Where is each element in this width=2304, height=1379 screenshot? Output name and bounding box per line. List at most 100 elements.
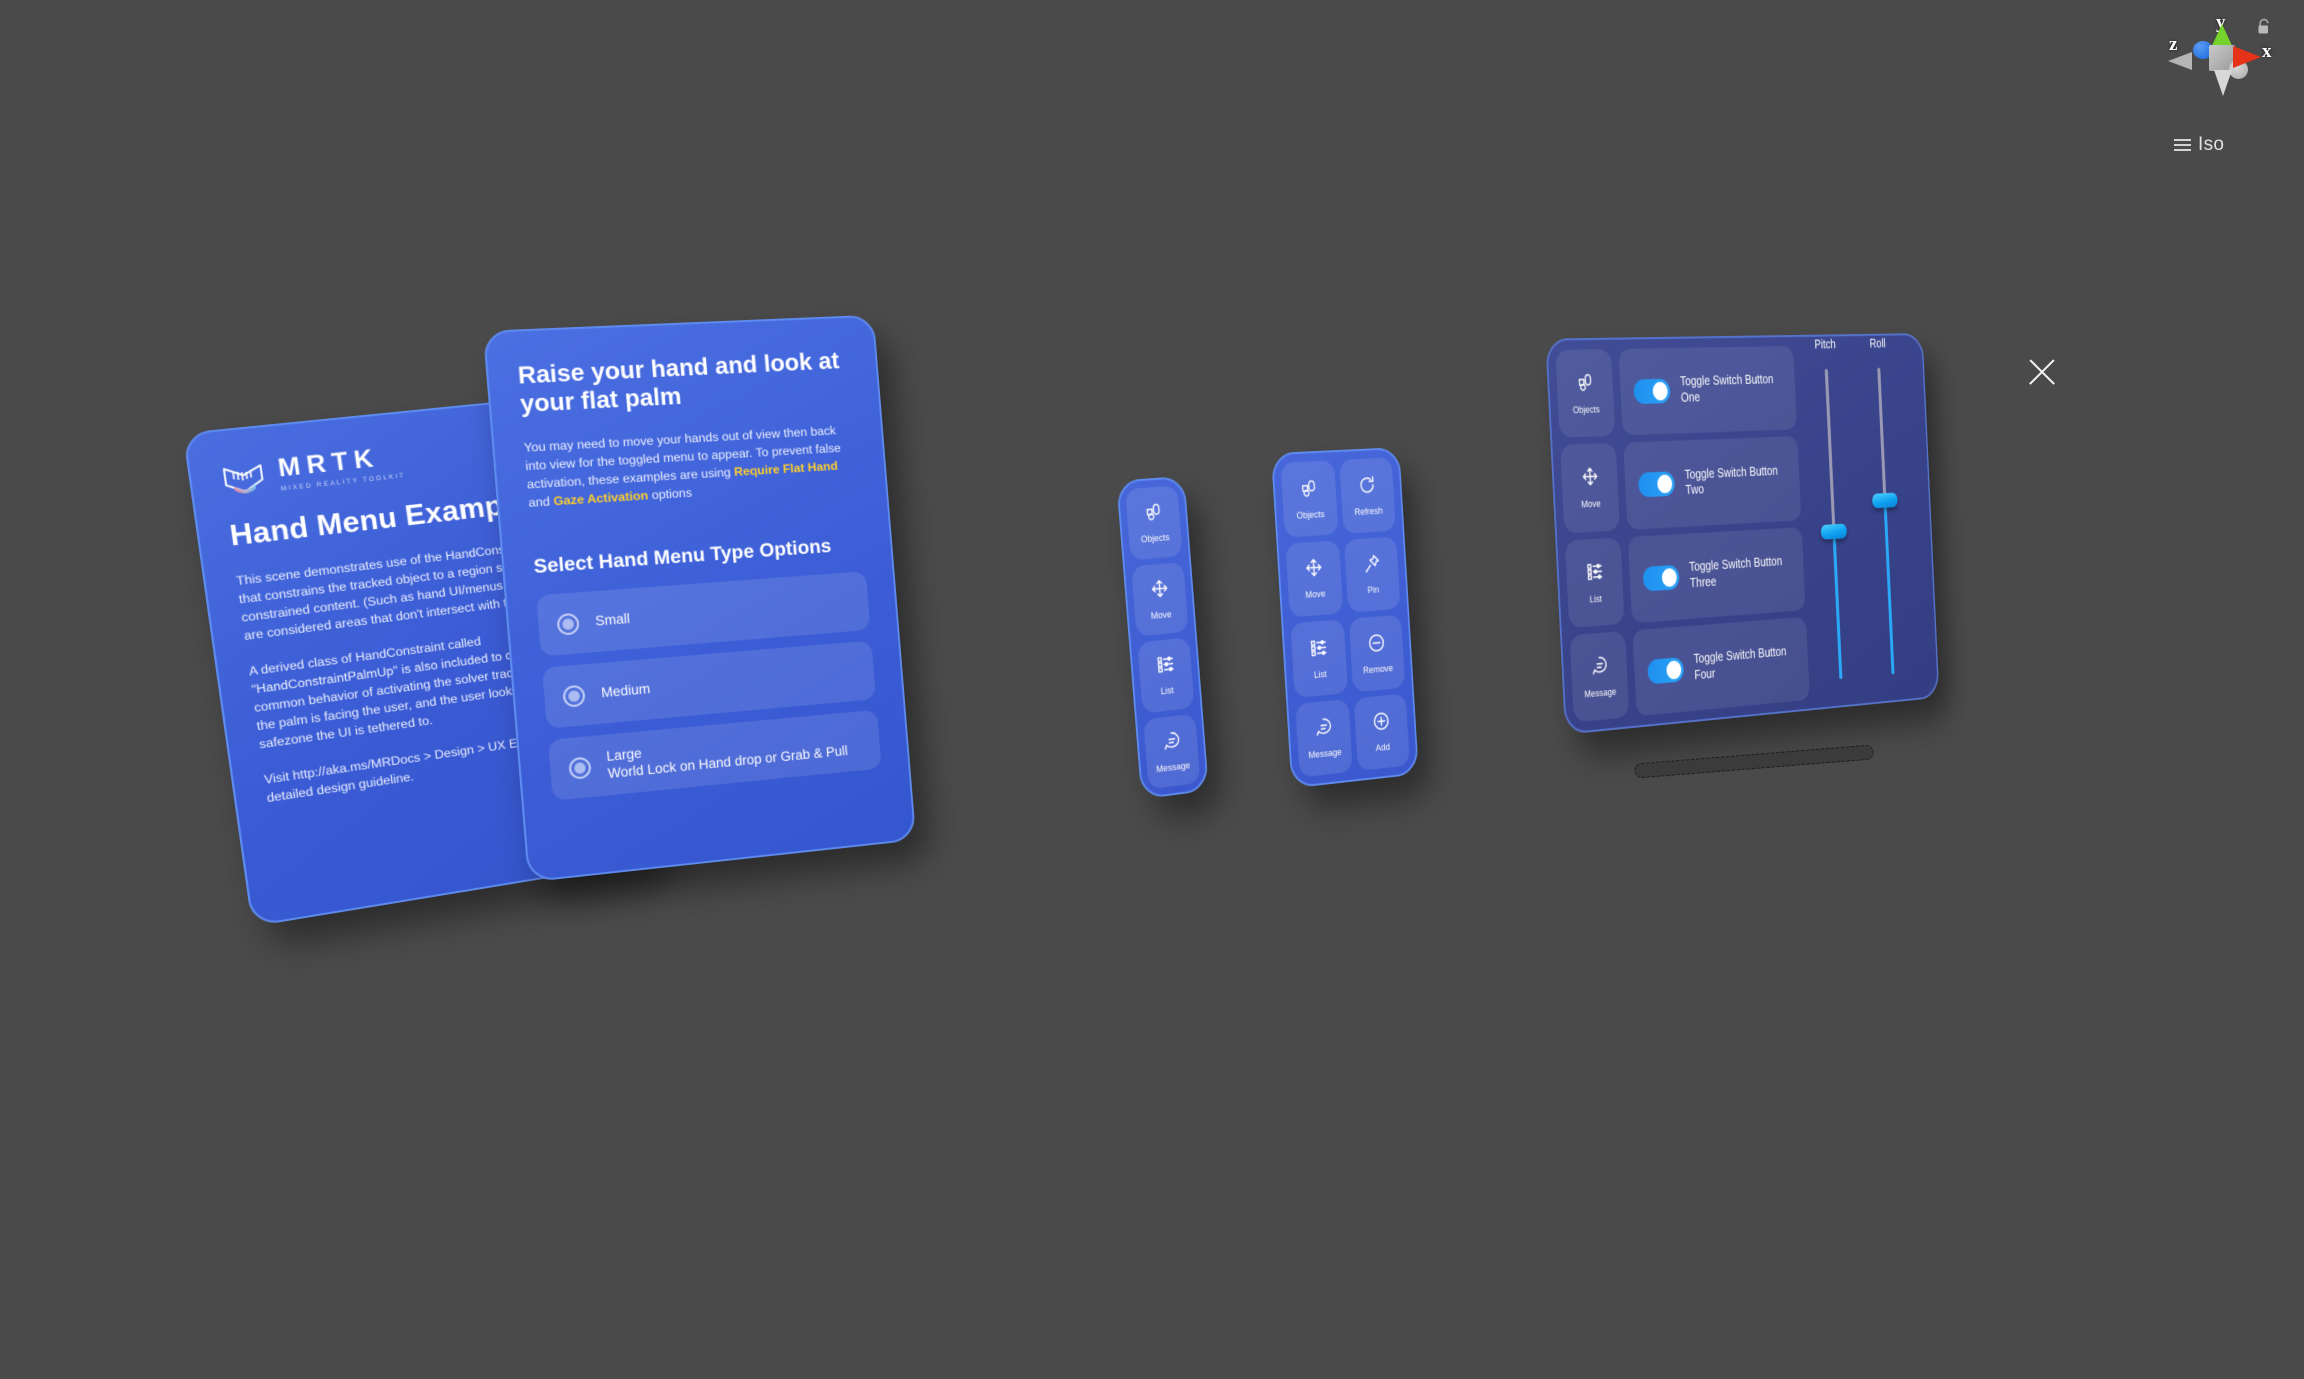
menu-button-label: List: [1589, 592, 1603, 605]
radio-icon[interactable]: [556, 612, 580, 636]
remove-icon: [1367, 632, 1386, 659]
gizmo-cone-x-icon[interactable]: [2233, 46, 2261, 68]
menu-button-label: Move: [1150, 607, 1172, 621]
toggle-switch-icon[interactable]: [1637, 471, 1676, 498]
menu-button-label: Move: [1581, 497, 1601, 511]
move-icon: [1580, 466, 1599, 494]
list-icon: [1585, 560, 1604, 588]
hand-menu-large: Objects Move List Message Toggle Switch …: [1545, 333, 1940, 735]
view-mode-row[interactable]: Iso: [2174, 134, 2224, 156]
slider-label: Roll: [1869, 336, 1886, 351]
options-heading: Select Hand Menu Type Options: [532, 535, 833, 579]
hamburger-icon[interactable]: [2174, 139, 2191, 151]
menu-button-message[interactable]: Message: [1569, 630, 1630, 723]
menu-button-objects[interactable]: Objects: [1555, 349, 1616, 438]
option-sublabel: World Lock on Hand drop or Grab & Pull: [607, 743, 849, 782]
raise-body-part-3: options: [647, 485, 693, 503]
raise-hand-heading: Raise your hand and look at your flat pa…: [516, 347, 841, 419]
mrtk-logo-mark-icon: [220, 459, 268, 498]
option-large[interactable]: Large World Lock on Hand drop or Grab & …: [547, 709, 882, 802]
gizmo-axis-x-label[interactable]: x: [2262, 41, 2272, 63]
toggle-switch-column: Toggle Switch Button One Toggle Switch B…: [1618, 345, 1810, 717]
message-icon: [1314, 716, 1334, 744]
large-menu-icon-column: Objects Move List Message: [1555, 349, 1630, 723]
objects-icon: [1299, 477, 1319, 504]
pin-icon: [1362, 553, 1382, 580]
menu-button-objects[interactable]: Objects: [1280, 460, 1339, 538]
menu-button-objects[interactable]: Objects: [1125, 485, 1183, 560]
objects-icon: [1576, 371, 1595, 398]
toggle-switch-icon[interactable]: [1633, 378, 1671, 405]
raise-hand-body: You may need to move your hands out of v…: [523, 422, 859, 513]
option-label: Large: [605, 745, 643, 764]
toggle-switch-icon[interactable]: [1642, 564, 1680, 592]
slider-thumb[interactable]: [1820, 523, 1848, 540]
menu-button-label: Pin: [1367, 583, 1380, 596]
menu-button-label: Remove: [1362, 661, 1394, 676]
menu-button-move[interactable]: Move: [1131, 561, 1189, 637]
view-mode-label[interactable]: Iso: [2198, 134, 2224, 156]
padlock-icon[interactable]: [2256, 18, 2272, 36]
menu-button-label: Message: [1308, 746, 1342, 761]
move-icon: [1149, 577, 1170, 605]
toggle-switch-button-four[interactable]: Toggle Switch Button Four: [1632, 616, 1810, 717]
scene-orientation-gizmo[interactable]: y x z Iso: [2162, 8, 2282, 168]
refresh-icon: [1357, 474, 1377, 501]
add-icon: [1372, 710, 1391, 738]
menu-button-label: Move: [1305, 587, 1326, 601]
roll-slider[interactable]: Roll: [1859, 337, 1912, 693]
toggle-label: Toggle Switch Button Four: [1693, 644, 1787, 683]
pitch-slider[interactable]: Pitch: [1806, 337, 1860, 698]
menu-button-label: Message: [1584, 685, 1617, 700]
menu-button-label: Objects: [1140, 531, 1170, 545]
toggle-switch-button-one[interactable]: Toggle Switch Button One: [1618, 345, 1797, 436]
message-icon: [1590, 654, 1609, 682]
slider-column: Pitch Roll: [1800, 337, 1931, 699]
toggle-label: Toggle Switch Button Two: [1684, 463, 1779, 498]
unity-scene-view: y x z Iso MRTK MIXED REALITY TOOLKIT Han…: [0, 0, 2304, 1379]
menu-button-remove[interactable]: Remove: [1348, 614, 1406, 693]
slider-fill: [1832, 531, 1843, 680]
menu-button-pin[interactable]: Pin: [1343, 536, 1401, 613]
menu-button-label: Add: [1375, 740, 1391, 754]
option-label: Medium: [600, 681, 651, 701]
menu-button-move[interactable]: Move: [1285, 539, 1344, 618]
menu-button-list[interactable]: List: [1564, 537, 1625, 628]
menu-button-label: Objects: [1572, 403, 1600, 416]
hand-menu-small: Objects Move List Message: [1116, 475, 1209, 800]
radio-icon[interactable]: [562, 684, 586, 708]
menu-button-add[interactable]: Add: [1353, 692, 1410, 772]
toggle-label: Toggle Switch Button Three: [1688, 553, 1783, 590]
toggle-switch-button-three[interactable]: Toggle Switch Button Three: [1627, 526, 1806, 623]
toggle-switch-button-two[interactable]: Toggle Switch Button Two: [1623, 436, 1802, 530]
toggle-label: Toggle Switch Button One: [1679, 372, 1774, 405]
menu-button-label: Objects: [1296, 507, 1325, 521]
option-label: Small: [594, 611, 631, 630]
menu-button-message[interactable]: Message: [1295, 698, 1353, 778]
list-icon: [1309, 636, 1329, 664]
gizmo-cone-negative-y-icon[interactable]: [2214, 70, 2232, 96]
hand-menu-medium: Objects Refresh Move Pin List Remove Mes…: [1270, 447, 1419, 789]
menu-button-label: List: [1313, 667, 1327, 680]
menu-button-list[interactable]: List: [1290, 619, 1349, 698]
close-x-icon[interactable]: [2025, 355, 2059, 389]
message-icon: [1161, 729, 1182, 757]
menu-button-message[interactable]: Message: [1143, 713, 1201, 790]
slider-label: Pitch: [1814, 337, 1836, 352]
panel-grab-bar[interactable]: [1633, 744, 1875, 779]
menu-button-label: Refresh: [1354, 504, 1383, 517]
raise-body-part-1: You may need to move your hands out of v…: [523, 423, 842, 492]
gizmo-cone-negative-x-icon[interactable]: [2168, 52, 2192, 70]
move-icon: [1304, 557, 1324, 584]
toggle-switch-icon[interactable]: [1647, 656, 1685, 685]
radio-icon[interactable]: [568, 756, 592, 780]
menu-button-list[interactable]: List: [1137, 637, 1195, 714]
require-flat-hand-highlight: Require Flat Hand: [733, 459, 839, 480]
menu-button-label: Message: [1155, 758, 1191, 775]
gaze-activation-highlight: Gaze Activation: [552, 488, 649, 509]
slider-thumb[interactable]: [1872, 492, 1898, 509]
menu-button-refresh[interactable]: Refresh: [1339, 457, 1396, 534]
menu-button-move[interactable]: Move: [1560, 443, 1620, 533]
objects-icon: [1143, 501, 1164, 528]
list-icon: [1155, 653, 1176, 681]
